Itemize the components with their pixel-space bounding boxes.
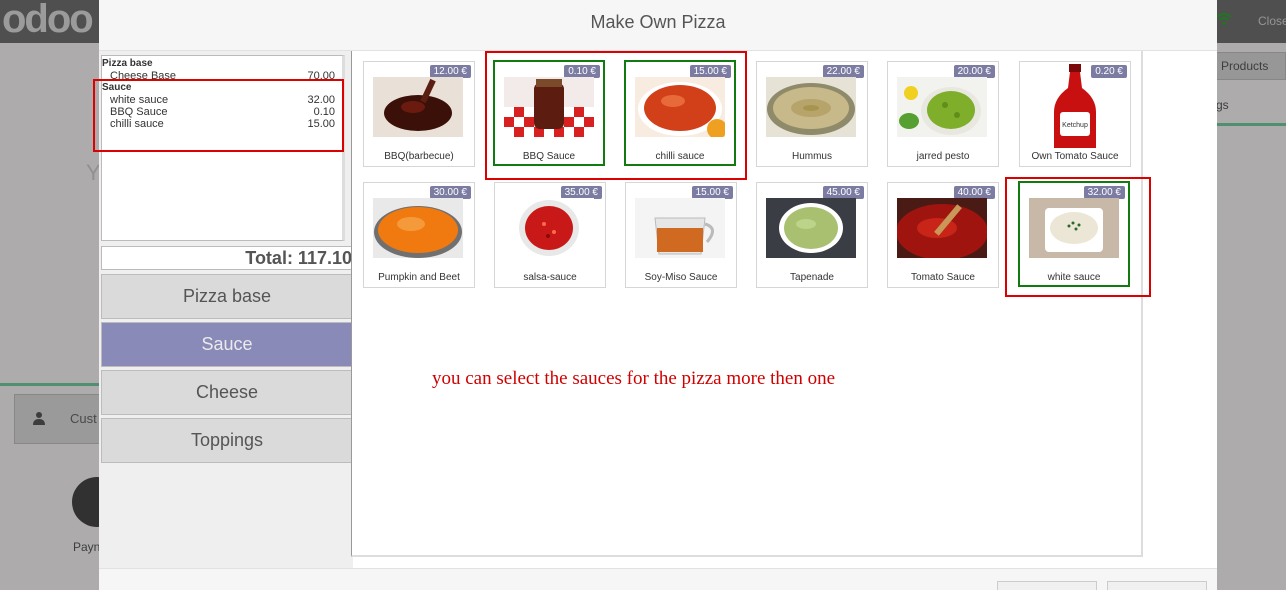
product-name: jarred pesto: [916, 151, 970, 162]
pesto-image: [897, 77, 987, 137]
product-name: Own Tomato Sauce: [1031, 151, 1119, 162]
pumpkin-sauce-image: [373, 198, 463, 258]
ketchup-bottle-image: Ketchup: [1054, 64, 1096, 148]
annotation-note: you can select the sauces for the pizza …: [432, 368, 836, 389]
product-card[interactable]: 40.00 € Tomato Sauce: [887, 182, 999, 288]
category-cheese[interactable]: Cheese: [101, 370, 353, 415]
product-card[interactable]: 0.20 € Ketchup Own Tomato Sauce: [1019, 61, 1131, 167]
svg-text:Ketchup: Ketchup: [1062, 122, 1088, 129]
category-sauce[interactable]: Sauce: [101, 322, 353, 367]
product-card[interactable]: 45.00 € Tapenade: [756, 182, 868, 288]
confirm-button[interactable]: [1107, 581, 1207, 590]
highlight-white-sauce: [1005, 177, 1151, 297]
category-toppings[interactable]: Toppings: [101, 418, 353, 463]
product-card[interactable]: 30.00 € Pumpkin and Beet: [363, 182, 475, 288]
product-name: salsa-sauce: [523, 272, 577, 283]
highlight-bbq-chilli: [485, 51, 747, 180]
product-card[interactable]: 12.00 € BBQ(barbecue): [363, 61, 475, 167]
product-name: Hummus: [791, 151, 832, 162]
bbq-sauce-image: [373, 77, 463, 137]
product-card[interactable]: 35.00 € salsa-sauce: [494, 182, 606, 288]
modal-footer: [99, 568, 1217, 590]
product-card[interactable]: 15.00 € Soy-Miso Sauce: [625, 182, 737, 288]
highlight-selected-sauces: [93, 79, 344, 152]
product-name: Soy-Miso Sauce: [644, 272, 718, 283]
salsa-image: [504, 198, 594, 258]
soy-miso-image: [635, 198, 725, 258]
tapenade-image: [766, 198, 856, 258]
product-name: Pumpkin and Beet: [378, 272, 460, 283]
cancel-button[interactable]: [997, 581, 1097, 590]
product-card[interactable]: 20.00 € jarred pesto: [887, 61, 999, 167]
product-name: Tomato Sauce: [911, 272, 975, 283]
order-total: Total: 117.10: [101, 246, 353, 270]
product-name: Tapenade: [790, 272, 834, 283]
modal-header: Make Own Pizza: [99, 0, 1217, 51]
hummus-image: [766, 77, 856, 137]
product-card[interactable]: 22.00 € Hummus: [756, 61, 868, 167]
modal-title: Make Own Pizza: [590, 12, 726, 32]
product-name: BBQ(barbecue): [384, 151, 454, 162]
group-title: Pizza base: [102, 58, 153, 69]
tomato-sauce-image: [897, 198, 987, 258]
category-pizza-base[interactable]: Pizza base: [101, 274, 353, 319]
